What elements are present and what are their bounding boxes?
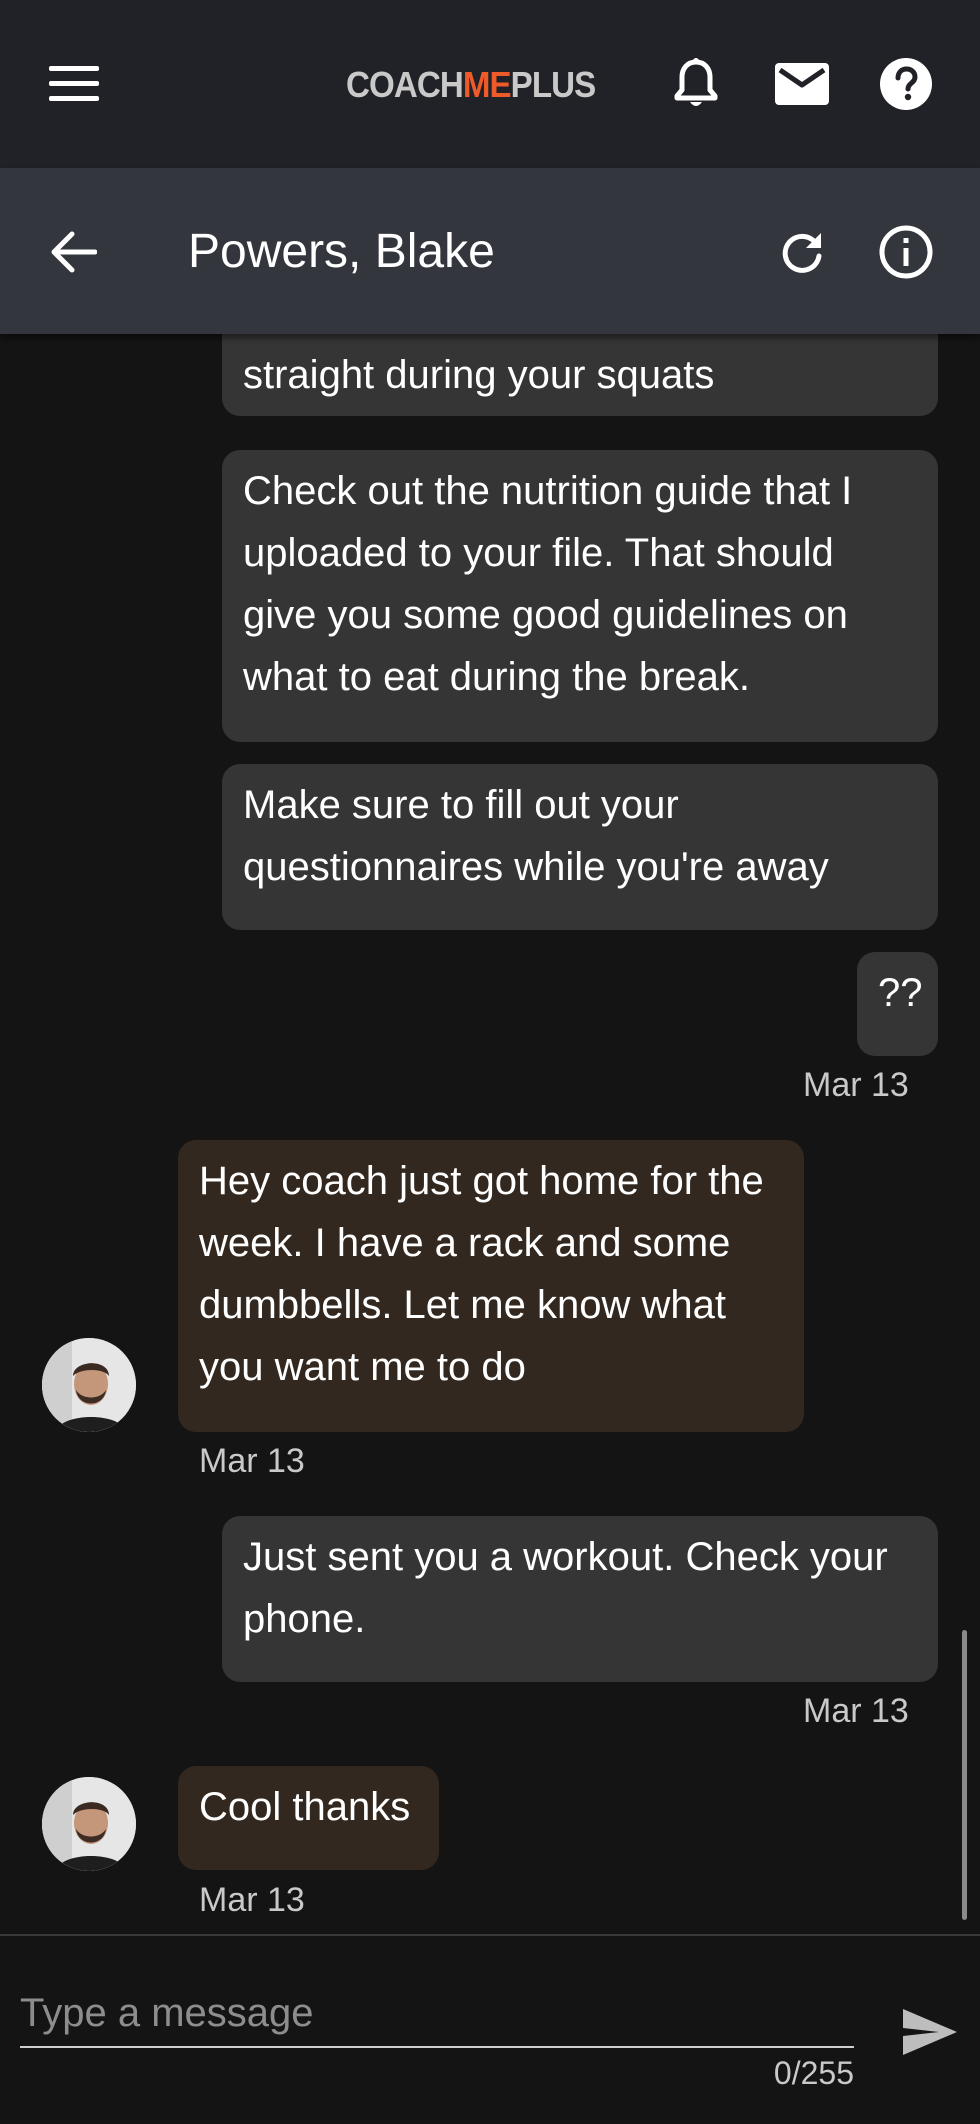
message-text: ?? bbox=[878, 971, 923, 1015]
message-text: straight during your squats bbox=[243, 353, 715, 397]
message-bubble-outgoing: straight during your squats bbox=[222, 334, 938, 416]
avatar-photo-icon bbox=[42, 1777, 136, 1871]
notifications-button[interactable] bbox=[662, 50, 730, 118]
message-bubble-outgoing: Make sure to fill out your questionnaire… bbox=[222, 764, 938, 930]
bell-icon bbox=[674, 58, 718, 106]
help-circle-icon bbox=[880, 58, 932, 110]
info-icon bbox=[879, 225, 933, 279]
conversation-title: Powers, Blake bbox=[188, 225, 495, 278]
message-timestamp: Mar 13 bbox=[199, 1442, 305, 1480]
message-bubble-incoming: Cool thanks bbox=[178, 1766, 439, 1870]
message-text: Hey coach just got home for the week. I … bbox=[199, 1159, 764, 1389]
refresh-icon bbox=[782, 233, 822, 273]
refresh-button[interactable] bbox=[768, 218, 836, 286]
info-button[interactable] bbox=[872, 218, 940, 286]
message-timestamp: Mar 13 bbox=[199, 1881, 305, 1919]
avatar-photo-icon bbox=[42, 1338, 136, 1432]
message-input[interactable] bbox=[20, 1980, 854, 2048]
message-text: Cool thanks bbox=[199, 1785, 411, 1829]
message-text: Make sure to fill out your questionnaire… bbox=[243, 783, 829, 889]
avatar[interactable] bbox=[42, 1338, 136, 1432]
message-bubble-outgoing: Check out the nutrition guide that I upl… bbox=[222, 450, 938, 742]
message-list[interactable]: straight during your squats Check out th… bbox=[0, 334, 980, 1934]
message-text: Just sent you a workout. Check your phon… bbox=[243, 1535, 888, 1641]
menu-button[interactable] bbox=[40, 50, 108, 118]
message-timestamp: Mar 13 bbox=[803, 1066, 909, 1104]
arrow-left-icon bbox=[51, 231, 97, 273]
app-logo[interactable]: COACHMEPLUS bbox=[346, 62, 596, 108]
avatar[interactable] bbox=[42, 1777, 136, 1871]
envelope-icon bbox=[775, 63, 829, 105]
message-bubble-incoming: Hey coach just got home for the week. I … bbox=[178, 1140, 804, 1432]
hamburger-menu-icon bbox=[49, 66, 99, 101]
character-counter: 0/255 bbox=[773, 2055, 854, 2091]
back-button[interactable] bbox=[40, 218, 108, 286]
help-button[interactable] bbox=[872, 50, 940, 118]
message-bubble-outgoing: Just sent you a workout. Check your phon… bbox=[222, 1516, 938, 1682]
send-button[interactable] bbox=[890, 2000, 970, 2064]
chat-scrollbar[interactable] bbox=[962, 1630, 967, 1920]
messages-button[interactable] bbox=[768, 50, 836, 118]
send-icon bbox=[903, 2009, 957, 2055]
message-text: Check out the nutrition guide that I upl… bbox=[243, 469, 853, 699]
message-timestamp: Mar 13 bbox=[803, 1692, 909, 1730]
message-bubble-outgoing: ?? bbox=[857, 952, 938, 1056]
